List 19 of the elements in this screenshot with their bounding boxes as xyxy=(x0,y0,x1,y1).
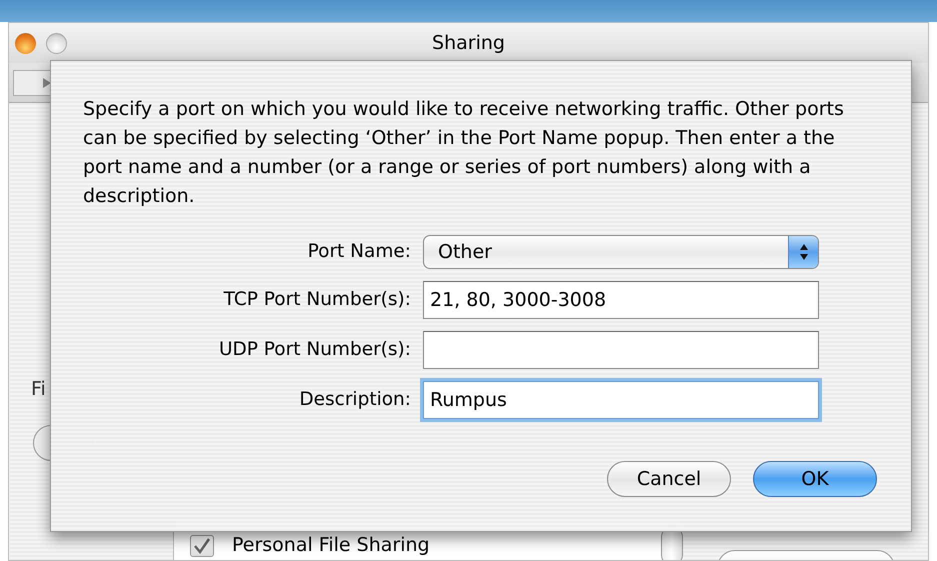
field-label: Port Name: xyxy=(306,240,411,264)
input-field[interactable]: Rumpus xyxy=(423,381,819,419)
port-name-popup[interactable]: Other xyxy=(423,235,819,269)
minimize-button[interactable] xyxy=(46,33,67,54)
field-label: UDP Port Number(s): xyxy=(218,338,411,362)
field-label: Description: xyxy=(298,388,411,412)
window-title: Sharing xyxy=(432,30,505,56)
instruction-text: Specify a port on which you would like to receive networking traffic. Other ports can be specified by selecting ‘Other’ in the Port Name popup. Then enter a the port name and a number (or a range or series of port numbers) along with a description. xyxy=(83,97,845,209)
close-button[interactable] xyxy=(15,33,36,54)
firewall-label: Fi xyxy=(31,377,46,402)
cancel-button[interactable]: Cancel xyxy=(607,461,731,497)
stepper-arrows-icon xyxy=(798,243,808,261)
input-field[interactable]: 21, 80, 3000-3008 xyxy=(423,281,819,319)
checkbox[interactable] xyxy=(190,534,214,556)
field-label: TCP Port Number(s): xyxy=(222,288,411,312)
input-field[interactable] xyxy=(423,331,819,369)
ok-button[interactable]: OK xyxy=(753,461,877,497)
row-label: Personal File Sharing xyxy=(232,533,430,558)
forward-arrow-icon xyxy=(42,76,52,88)
